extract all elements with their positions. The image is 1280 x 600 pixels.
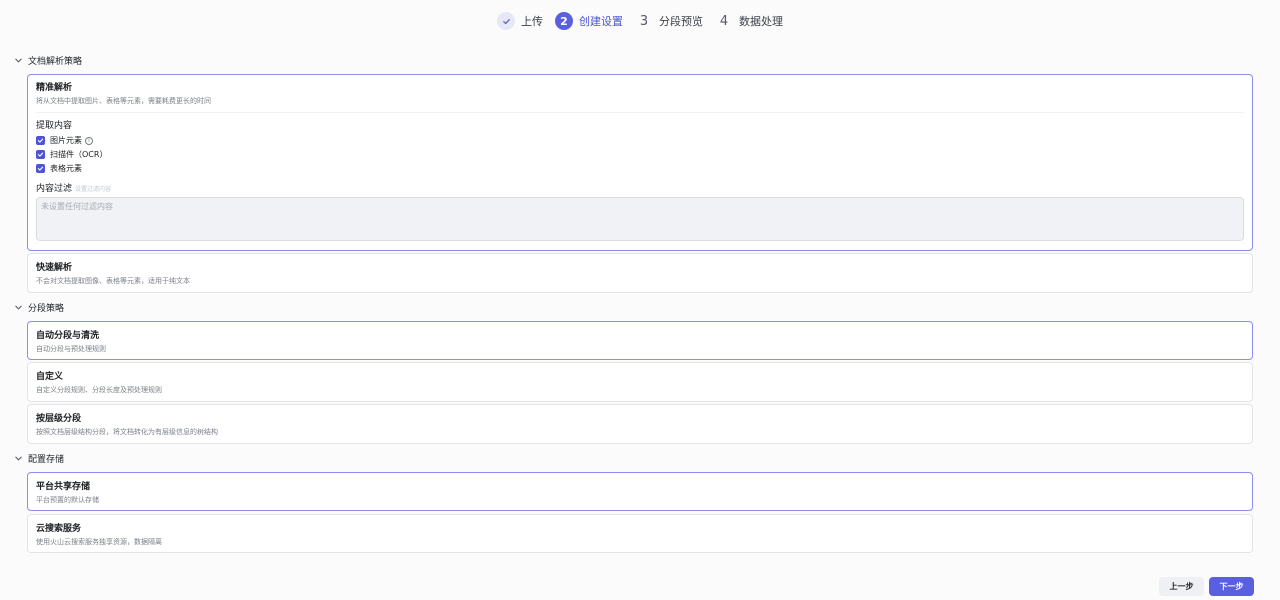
chevron-down-icon xyxy=(14,303,23,312)
option-desc: 将从文档中提取图片、表格等元素，需要耗费更长的时间 xyxy=(36,97,211,105)
option-desc: 不会对文档提取图像、表格等元素，适用于纯文本 xyxy=(36,277,190,285)
chevron-down-icon xyxy=(14,454,23,463)
prev-step-button[interactable]: 上一步 xyxy=(1159,577,1204,596)
step-data-processing[interactable]: 4 数据处理 xyxy=(715,12,783,30)
storage-option-shared[interactable]: 平台共享存储 平台预置的默认存储 xyxy=(27,472,1253,511)
option-title: 云搜索服务 xyxy=(36,524,82,534)
checkbox-label: 表格元素 xyxy=(50,164,82,173)
checkbox-ocr[interactable]: 扫描件（OCR） xyxy=(36,149,1244,160)
checkbox-checked-icon[interactable] xyxy=(36,136,45,145)
extract-content-title: 提取内容 xyxy=(36,121,73,131)
step-label: 分段预览 xyxy=(659,15,703,28)
option-title: 快速解析 xyxy=(36,263,73,273)
checkbox-label: 扫描件（OCR） xyxy=(50,150,108,159)
option-desc: 自动分段与预处理规则 xyxy=(36,345,106,353)
chevron-down-icon xyxy=(14,56,23,65)
content-filter-title: 内容过滤 xyxy=(36,184,73,194)
option-title: 自动分段与清洗 xyxy=(36,331,100,341)
segment-option-hierarchy[interactable]: 按层级分段 按照文档层级结构分段，将文档转化为有层级信息的树结构 xyxy=(27,404,1253,444)
section-parse-header[interactable]: 文档解析策略 xyxy=(14,53,82,67)
section-storage-header[interactable]: 配置存储 xyxy=(14,451,64,465)
option-desc: 平台预置的默认存储 xyxy=(36,496,99,504)
parse-option-precise[interactable]: 精准解析 将从文档中提取图片、表格等元素，需要耗费更长的时间 提取内容 图片元素… xyxy=(27,74,1253,251)
segment-option-auto[interactable]: 自动分段与清洗 自动分段与预处理规则 xyxy=(27,321,1253,360)
checkbox-label: 图片元素 xyxy=(50,136,82,145)
content-filter-input[interactable]: 未设置任何过滤内容 xyxy=(36,197,1244,241)
stepper: 上传 2 创建设置 3 分段预览 4 数据处理 xyxy=(0,10,1280,32)
option-title: 按层级分段 xyxy=(36,414,82,424)
step-upload[interactable]: 上传 xyxy=(497,12,543,30)
checkbox-checked-icon[interactable] xyxy=(36,164,45,173)
content-filter-hint: 设置过滤内容 xyxy=(75,186,112,193)
step-label: 上传 xyxy=(521,15,543,28)
option-desc: 按照文档层级结构分段，将文档转化为有层级信息的树结构 xyxy=(36,428,218,436)
step-number: 3 xyxy=(639,13,649,29)
section-title: 配置存储 xyxy=(28,454,65,465)
step-label: 数据处理 xyxy=(739,15,783,28)
option-title: 精准解析 xyxy=(36,83,73,93)
section-title: 文档解析策略 xyxy=(28,56,83,67)
step-create-settings[interactable]: 2 创建设置 xyxy=(555,12,623,30)
content-filter-header: 内容过滤 设置过滤内容 xyxy=(36,181,1244,194)
option-title: 自定义 xyxy=(36,372,64,382)
checkbox-table-elements[interactable]: 表格元素 xyxy=(36,163,1244,174)
next-step-button[interactable]: 下一步 xyxy=(1209,577,1254,596)
checkbox-checked-icon[interactable] xyxy=(36,150,45,159)
parse-option-fast[interactable]: 快速解析 不会对文档提取图像、表格等元素，适用于纯文本 xyxy=(27,253,1253,293)
option-desc: 自定义分段规则、分段长度及预处理规则 xyxy=(36,386,162,394)
section-segment-header[interactable]: 分段策略 xyxy=(14,300,64,314)
option-title: 平台共享存储 xyxy=(36,482,91,492)
checkbox-image-elements[interactable]: 图片元素 i xyxy=(36,135,1244,146)
storage-option-cloud-search[interactable]: 云搜索服务 使用火山云搜索服务独享资源，数据隔离 xyxy=(27,514,1253,553)
section-title: 分段策略 xyxy=(28,303,65,314)
step-label: 创建设置 xyxy=(579,15,623,28)
option-desc: 使用火山云搜索服务独享资源，数据隔离 xyxy=(36,538,162,546)
step-number: 4 xyxy=(719,13,729,29)
step-segment-preview[interactable]: 3 分段预览 xyxy=(635,12,703,30)
check-icon xyxy=(497,12,515,30)
step-number: 2 xyxy=(555,12,573,30)
divider xyxy=(36,112,1244,113)
info-icon[interactable]: i xyxy=(85,136,93,145)
segment-option-custom[interactable]: 自定义 自定义分段规则、分段长度及预处理规则 xyxy=(27,362,1253,402)
